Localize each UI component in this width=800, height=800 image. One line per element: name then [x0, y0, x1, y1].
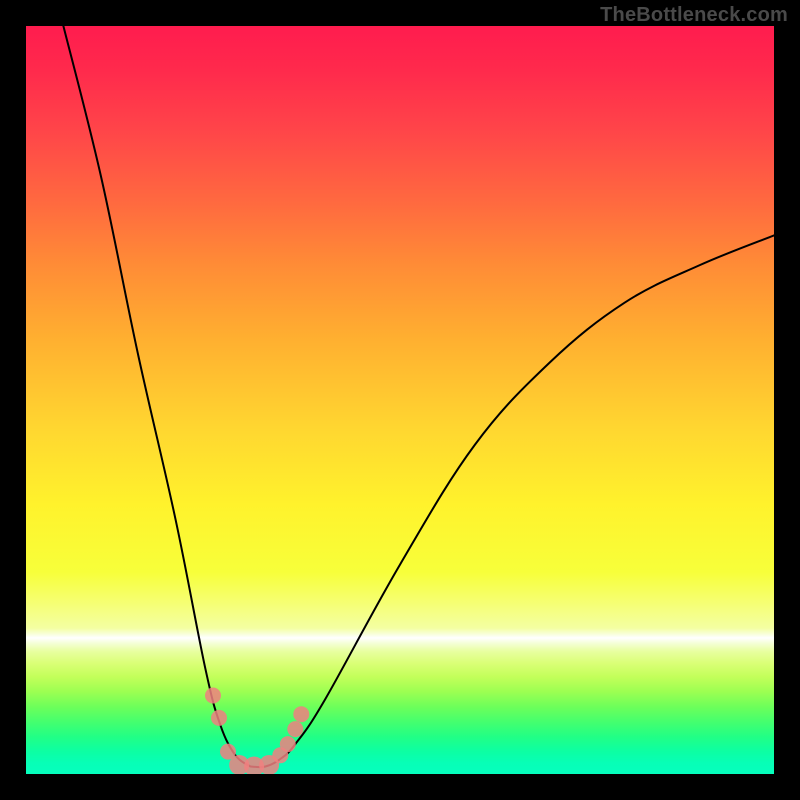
data-marker [280, 736, 296, 752]
curve-left [63, 26, 250, 767]
chart-stage: TheBottleneck.com [0, 0, 800, 800]
marker-layer [205, 688, 309, 775]
data-marker [287, 721, 303, 737]
curve-layer [26, 26, 774, 774]
data-marker [205, 688, 221, 704]
curve-right [250, 235, 774, 767]
data-marker [211, 710, 227, 726]
plot-area [26, 26, 774, 774]
data-marker [293, 706, 309, 722]
watermark-text: TheBottleneck.com [600, 4, 788, 27]
